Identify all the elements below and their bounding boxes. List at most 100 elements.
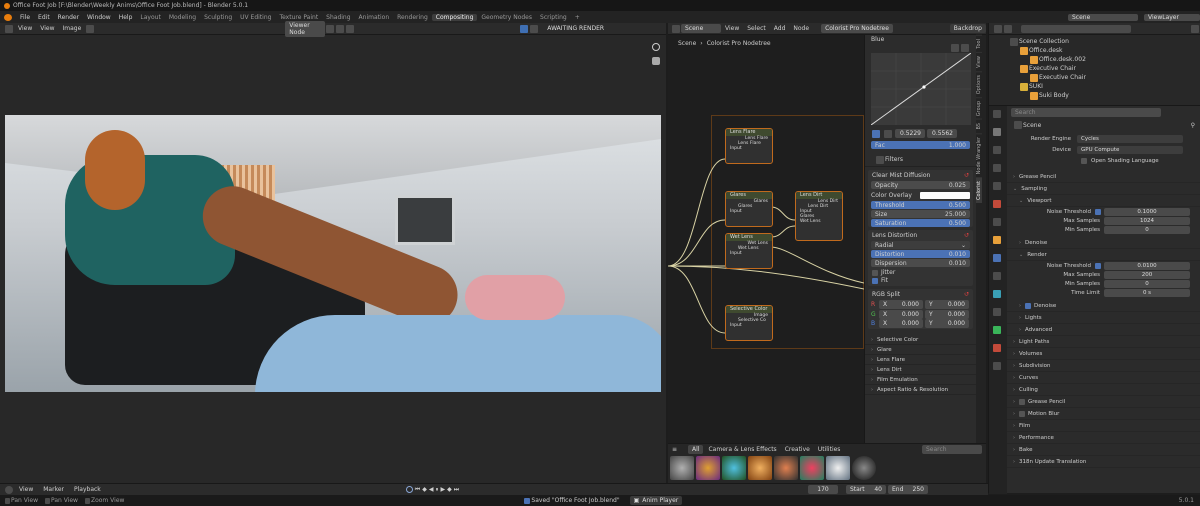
tab-texture-paint[interactable]: Texture Paint: [275, 14, 322, 21]
render-max-field[interactable]: 200: [1104, 270, 1190, 279]
render-tab-icon[interactable]: [993, 128, 1001, 136]
tab-geometry-nodes[interactable]: Geometry Nodes: [477, 14, 536, 21]
saturation-slider[interactable]: Saturation 0.500: [871, 219, 970, 227]
menu-image[interactable]: Image: [63, 25, 82, 32]
end-frame-field[interactable]: End 250: [888, 485, 928, 494]
section-addon[interactable]: › 318n Update Translation: [1007, 456, 1200, 468]
material-tab-icon[interactable]: [993, 344, 1001, 352]
panel-film-emulation[interactable]: › Film Emulation: [865, 375, 976, 385]
section-culling[interactable]: › Culling: [1007, 384, 1200, 396]
menu-render[interactable]: Render: [54, 14, 83, 21]
asset-thumbnail[interactable]: [774, 456, 798, 480]
outliner-item[interactable]: Executive Chair: [989, 64, 1200, 73]
data-tab-icon[interactable]: [993, 326, 1001, 334]
section-lights[interactable]: › Lights: [1007, 312, 1200, 324]
denoise-checkbox[interactable]: [1025, 302, 1031, 309]
section-volumes[interactable]: › Volumes: [1007, 348, 1200, 360]
curve-tool-icon[interactable]: [872, 129, 880, 138]
osl-row[interactable]: Open Shading Language: [1007, 156, 1200, 165]
view-layer-selector[interactable]: ViewLayer: [1144, 13, 1200, 21]
g-y-field[interactable]: Y 0.000: [925, 309, 969, 319]
curve-handle-icon[interactable]: [884, 129, 892, 138]
image-selector[interactable]: Viewer Node: [285, 20, 326, 37]
asset-tab-camera-lens[interactable]: Camera & Lens Effects: [708, 446, 776, 453]
asset-thumbnail[interactable]: [670, 456, 694, 480]
menu-view-b[interactable]: View: [40, 25, 54, 32]
tab-uv-editing[interactable]: UV Editing: [236, 14, 275, 21]
zoom-curve-icon[interactable]: [951, 44, 959, 52]
jitter-checkbox[interactable]: [872, 269, 878, 276]
editor-type-icon[interactable]: [5, 24, 13, 33]
section-film[interactable]: › Film: [1007, 420, 1200, 432]
menu-window[interactable]: Window: [83, 14, 115, 21]
curve-point-x[interactable]: 0.5229: [895, 129, 925, 138]
tab-bs[interactable]: BS: [976, 119, 982, 133]
blender-menu-icon[interactable]: [4, 13, 12, 21]
menu-help[interactable]: Help: [115, 14, 137, 21]
outliner-item[interactable]: Office.desk.002: [989, 55, 1200, 64]
pin-icon[interactable]: ⚲: [1191, 122, 1195, 129]
outliner-item[interactable]: Office.desk: [989, 46, 1200, 55]
section-viewport[interactable]: ⌄ Viewport: [1007, 195, 1200, 207]
tab-compositing[interactable]: Compositing: [431, 13, 478, 21]
scene-tab-icon[interactable]: [993, 182, 1001, 190]
b-x-field[interactable]: X 0.000: [879, 318, 923, 328]
section-denoise[interactable]: › Denoise: [1007, 237, 1200, 249]
mb-checkbox[interactable]: [1019, 410, 1025, 417]
viewport-min-field[interactable]: 0: [1104, 225, 1190, 234]
tab-layout[interactable]: Layout: [136, 14, 164, 21]
outliner-search-input[interactable]: [1021, 24, 1131, 33]
tab-colorist[interactable]: Colorist: [976, 177, 982, 204]
asset-search-input[interactable]: Search: [922, 444, 982, 454]
shield-icon[interactable]: [326, 24, 335, 33]
zoom-icon[interactable]: [652, 43, 660, 51]
reset-icon[interactable]: ↺: [964, 291, 969, 298]
pause-icon[interactable]: ⏸: [435, 486, 438, 494]
g-x-field[interactable]: X 0.000: [879, 309, 923, 319]
section-grease-pencil[interactable]: › Grease Pencil: [1007, 171, 1200, 183]
play-reverse-icon[interactable]: ◀: [429, 486, 434, 493]
device-dropdown[interactable]: GPU Compute: [1077, 145, 1183, 154]
tab-group[interactable]: Group: [976, 96, 982, 120]
outliner-item[interactable]: Suki Body: [989, 91, 1200, 100]
panel-selective-color[interactable]: › Selective Color: [865, 335, 976, 345]
panel-lens-dirt[interactable]: › Lens Dirt: [865, 365, 976, 375]
section-subdivision[interactable]: › Subdivision: [1007, 360, 1200, 372]
next-keyframe-icon[interactable]: ◆: [447, 486, 452, 493]
jump-start-icon[interactable]: ⏮: [415, 486, 420, 494]
node-selective-color[interactable]: Selective Color Image Selective Co Input: [725, 305, 773, 341]
section-performance[interactable]: › Performance: [1007, 432, 1200, 444]
node-lens-flare[interactable]: Lens Flare Lens Flare Lens Flare Input: [725, 128, 773, 164]
section-denoise-render[interactable]: › Denoise: [1007, 300, 1200, 312]
jump-end-icon[interactable]: ⏭: [454, 486, 459, 494]
tab-modeling[interactable]: Modeling: [165, 14, 200, 21]
asset-thumbnail[interactable]: [800, 456, 824, 480]
panel-glare[interactable]: › Glare: [865, 345, 976, 355]
node-wet-lens[interactable]: Wet Lens Wet Lens Wet Lens Input: [725, 233, 773, 269]
tool-tab-icon[interactable]: [993, 110, 1001, 118]
render-engine-dropdown[interactable]: Cycles: [1077, 134, 1183, 143]
tab-view[interactable]: View: [976, 51, 982, 71]
hamburger-icon[interactable]: [86, 24, 95, 33]
node-glares[interactable]: Glares Glares Glares Input: [725, 191, 773, 227]
menu-view-a[interactable]: View: [18, 25, 32, 32]
modifier-tab-icon[interactable]: [993, 254, 1001, 262]
curve-options-icon[interactable]: [961, 44, 969, 52]
time-limit-field[interactable]: 0 s: [1104, 288, 1190, 297]
render-noise-checkbox[interactable]: [1095, 262, 1101, 269]
section-bake[interactable]: › Bake: [1007, 444, 1200, 456]
viewport-noise-field[interactable]: 0.1000: [1104, 207, 1190, 216]
distortion-slider[interactable]: Distortion 0.010: [871, 250, 970, 258]
timeline-menu-marker[interactable]: Marker: [43, 486, 64, 493]
asset-thumbnail[interactable]: [696, 456, 720, 480]
tab-rendering[interactable]: Rendering: [393, 14, 432, 21]
tab-sculpting[interactable]: Sculpting: [200, 14, 236, 21]
threshold-slider[interactable]: Threshold 0.500: [871, 201, 970, 209]
render-noise-field[interactable]: 0.0100: [1104, 261, 1190, 270]
fit-row[interactable]: Fit: [868, 277, 973, 286]
asset-tab-utilities[interactable]: Utilities: [818, 446, 841, 453]
viewport-max-field[interactable]: 1024: [1104, 216, 1190, 225]
section-grease-pencil-2[interactable]: › Grease Pencil: [1007, 396, 1200, 408]
scene-selector[interactable]: Scene: [1068, 13, 1138, 21]
record-icon[interactable]: [405, 486, 413, 493]
